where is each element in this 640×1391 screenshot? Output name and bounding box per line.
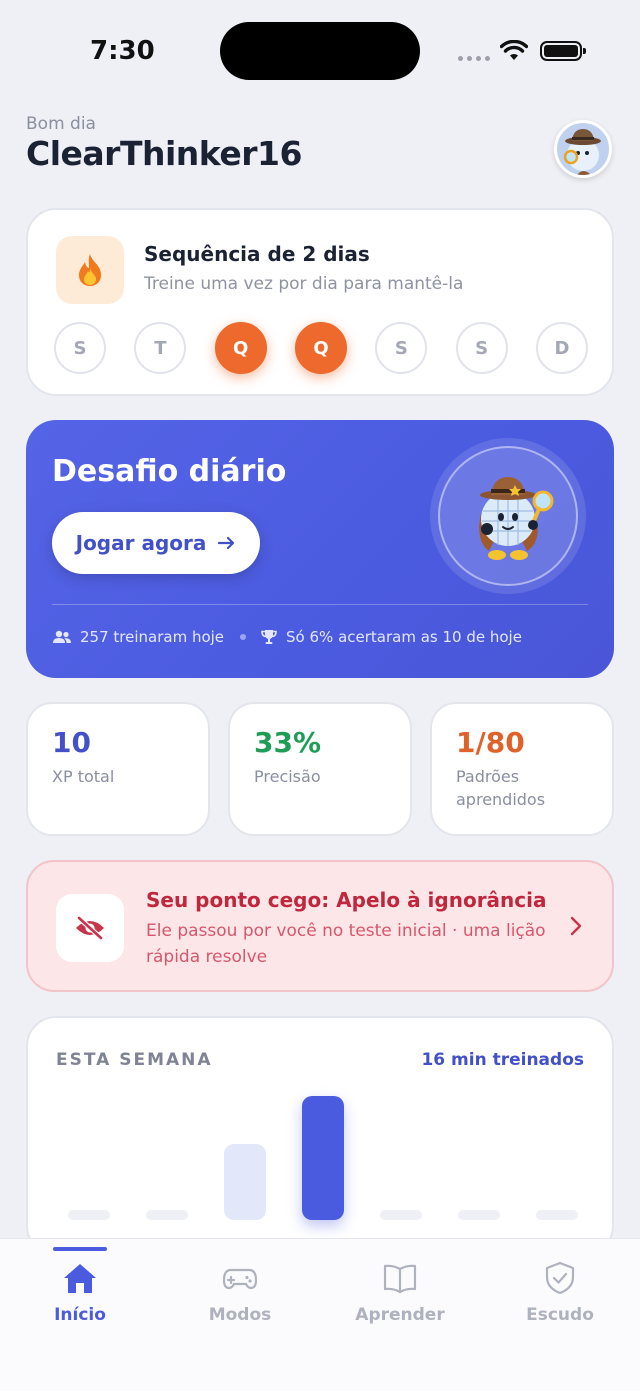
tab-modes[interactable]: Modos [160, 1261, 320, 1325]
play-now-label: Jogar agora [75, 531, 207, 555]
streak-days: S T Q Q S S D [54, 322, 588, 374]
streak-day: T [134, 322, 187, 374]
streak-subtitle: Treine uma vez por dia para mantê-la [144, 274, 464, 294]
day-bar [536, 1210, 578, 1220]
streak-day: S [455, 322, 508, 374]
arrow-right-icon [218, 536, 235, 550]
day-bar [68, 1210, 110, 1220]
challenge-footer: 257 treinaram hoje Só 6% acertaram as 10… [52, 628, 522, 646]
stat-value: 10 [52, 726, 91, 759]
day-bar [458, 1210, 500, 1220]
streak-day: D [535, 322, 588, 374]
weekly-activity-card[interactable]: ESTA SEMANA 16 min treinados [26, 1016, 614, 1256]
trophy-icon [261, 630, 277, 644]
challenge-divider [52, 604, 588, 605]
active-tab-indicator [53, 1247, 107, 1251]
battery-icon [540, 41, 586, 61]
week-bars [28, 1018, 612, 1254]
flame-icon [79, 254, 101, 286]
tab-label: Aprender [355, 1305, 445, 1325]
stat-label: XP total [52, 767, 115, 786]
day-bar [146, 1210, 188, 1220]
stat-label: Precisão [254, 767, 321, 786]
play-now-button[interactable]: Jogar agora [52, 512, 260, 574]
dynamic-island [220, 22, 420, 80]
day-bar [224, 1144, 266, 1220]
gamepad-icon [222, 1268, 258, 1290]
accuracy-note-text: Só 6% acertaram as 10 de hoje [286, 628, 522, 646]
wifi-icon [500, 40, 528, 60]
home-icon [64, 1264, 96, 1293]
avatar[interactable] [554, 120, 612, 178]
stat-value: 1/80 [456, 726, 525, 759]
tab-label: Escudo [526, 1305, 594, 1325]
mascot-badge [430, 438, 586, 594]
stat-value: 33% [254, 726, 322, 759]
eye-badge [56, 894, 124, 962]
status-bar: 7:30 [0, 0, 640, 100]
streak-day: S [375, 322, 428, 374]
day-bar-active [302, 1096, 344, 1220]
tab-home[interactable]: Início [0, 1261, 160, 1325]
greeting: Bom dia [26, 114, 96, 134]
challenge-title: Desafio diário [52, 454, 287, 489]
eye-off-icon [76, 916, 104, 940]
book-icon [383, 1264, 417, 1294]
tab-bar: Início Modos Aprender Escudo [0, 1238, 640, 1391]
users-icon [53, 630, 71, 643]
shield-icon [545, 1261, 575, 1295]
signal-icon [458, 56, 490, 61]
daily-challenge-card[interactable]: Desafio diário Jogar agora 257 treinaram… [26, 420, 614, 678]
streak-day-done: Q [214, 322, 267, 374]
status-time: 7:30 [90, 36, 155, 66]
tab-learn[interactable]: Aprender [320, 1261, 480, 1325]
chevron-right-icon [570, 916, 582, 936]
username: ClearThinker16 [26, 134, 302, 173]
blind-spot-card[interactable]: Seu ponto cego: Apelo à ignorância Ele p… [26, 860, 614, 992]
stat-label: Padrões aprendidos [456, 767, 546, 809]
streak-day: S [54, 322, 106, 374]
trained-today-text: 257 treinaram hoje [80, 628, 225, 646]
stat-card-accuracy[interactable]: 33% Precisão [228, 702, 412, 836]
tab-shield[interactable]: Escudo [480, 1261, 640, 1325]
blind-spot-title: Seu ponto cego: Apelo à ignorância [146, 888, 547, 912]
streak-day-done: Q [294, 322, 347, 374]
tab-label: Modos [208, 1305, 272, 1325]
streak-title: Sequência de 2 dias [144, 242, 370, 266]
streak-card[interactable]: Sequência de 2 dias Treine uma vez por d… [26, 208, 614, 396]
flame-badge [56, 236, 124, 304]
detective-avatar-icon [563, 129, 601, 175]
day-bar [380, 1210, 422, 1220]
blind-spot-description: Ele passou por você no teste inicial · u… [146, 921, 546, 967]
tab-label: Início [54, 1305, 106, 1325]
stat-card-xp[interactable]: 10 XP total [26, 702, 210, 836]
stat-card-patterns[interactable]: 1/80 Padrões aprendidos [430, 702, 614, 836]
detective-mascot-icon [479, 477, 554, 560]
